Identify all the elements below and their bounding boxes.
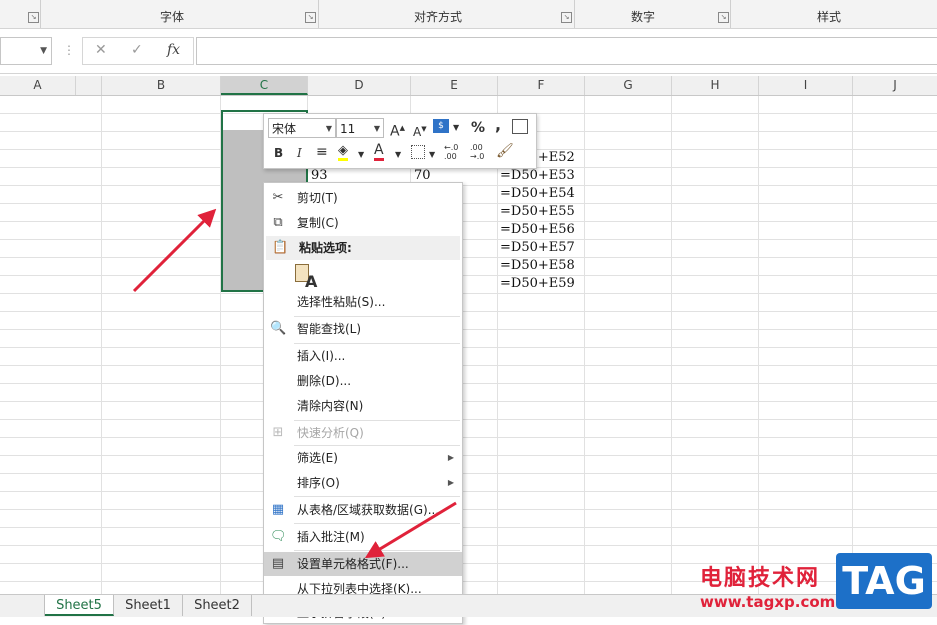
watermark-tag-logo: TAG	[836, 553, 932, 609]
annotation-arrows	[132, 208, 457, 559]
arrow-to-format-cells	[364, 501, 457, 559]
arrow-to-selection	[132, 208, 217, 293]
watermark-title: 电脑技术网	[700, 566, 821, 591]
watermark-url: www.tagxp.com	[700, 593, 836, 611]
